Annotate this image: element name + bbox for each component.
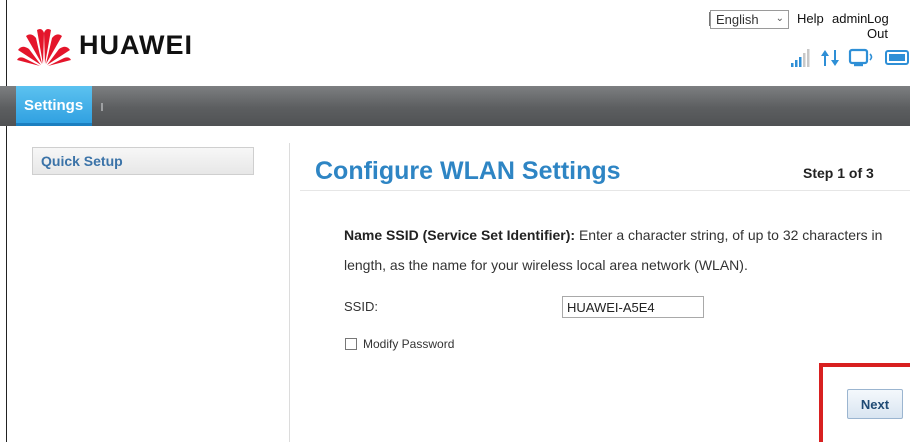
help-link[interactable]: Help bbox=[797, 11, 824, 26]
language-value: English bbox=[716, 12, 759, 27]
user-label: admin bbox=[832, 11, 868, 26]
ssid-label: SSID: bbox=[344, 299, 378, 314]
signal-icon bbox=[791, 49, 810, 67]
modify-password-label: Modify Password bbox=[363, 337, 455, 351]
huawei-logo: HUAWEI bbox=[16, 24, 206, 68]
wifi-monitor-icon bbox=[848, 48, 873, 67]
ssid-description: Name SSID (Service Set Identifier): Ente… bbox=[344, 220, 884, 280]
language-select[interactable]: English ⌄ bbox=[710, 10, 789, 29]
huawei-logo-icon bbox=[17, 29, 71, 66]
sidebar-item-quick-setup[interactable]: Quick Setup bbox=[32, 147, 254, 175]
ssid-description-heading: Name SSID (Service Set Identifier): bbox=[344, 227, 576, 243]
brand-name: HUAWEI bbox=[79, 30, 193, 60]
step-indicator: Step 1 of 3 bbox=[803, 165, 874, 181]
tab-settings-label: Settings bbox=[24, 97, 84, 114]
header: HUAWEI English ⌄ Help admin Log Out bbox=[0, 0, 910, 86]
sidebar-item-label: Quick Setup bbox=[41, 153, 123, 169]
modify-password-checkbox[interactable] bbox=[345, 338, 357, 350]
logout-link[interactable]: Log Out bbox=[867, 11, 910, 41]
next-button[interactable]: Next bbox=[847, 389, 903, 419]
battery-icon bbox=[885, 50, 909, 65]
active-tab-indicator bbox=[16, 123, 92, 126]
page-title: Configure WLAN Settings bbox=[315, 157, 621, 185]
ssid-input[interactable] bbox=[562, 296, 704, 318]
tab-settings[interactable]: Settings bbox=[16, 86, 92, 126]
content-divider bbox=[289, 143, 290, 442]
title-underline bbox=[300, 190, 910, 191]
nav-bar bbox=[0, 86, 910, 126]
data-transfer-icon bbox=[821, 50, 839, 66]
chevron-down-icon: ⌄ bbox=[775, 13, 784, 24]
nav-separator bbox=[101, 103, 103, 111]
separator bbox=[709, 12, 710, 26]
